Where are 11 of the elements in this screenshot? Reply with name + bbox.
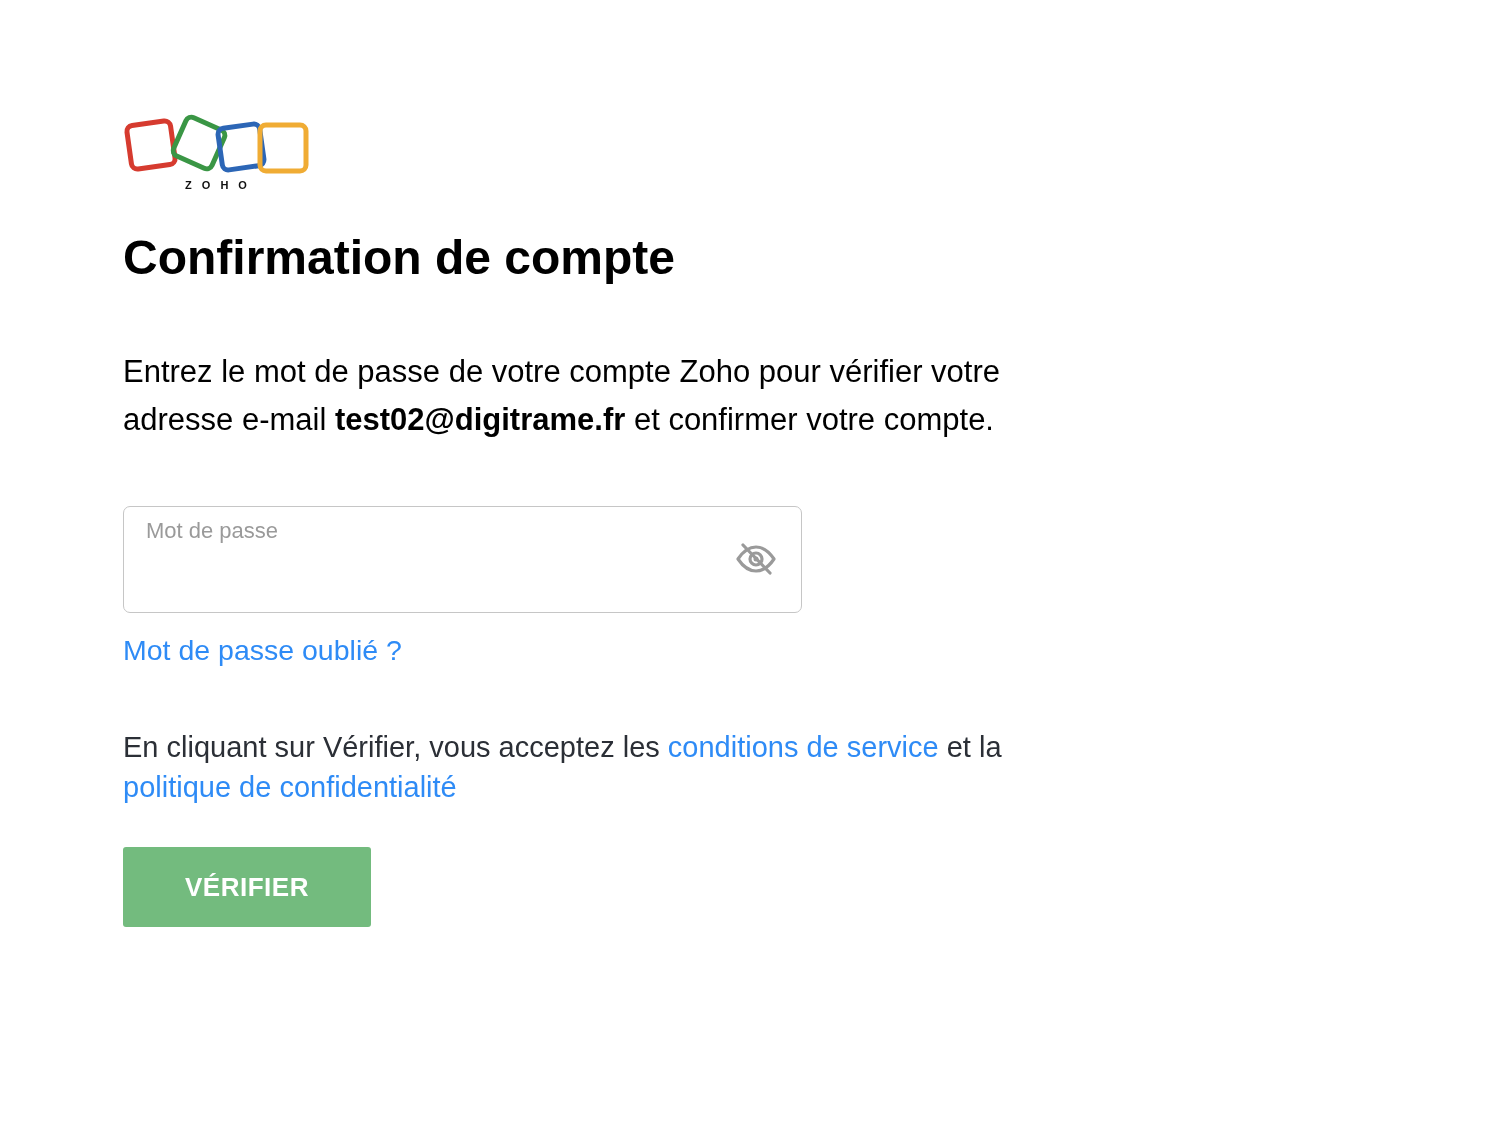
logo-icon	[123, 112, 309, 176]
page-title: Confirmation de compte	[123, 230, 676, 286]
password-field[interactable]: Mot de passe	[123, 506, 802, 613]
verify-button[interactable]: VÉRIFIER	[123, 847, 371, 927]
description-text: Entrez le mot de passe de votre compte Zoho pour vérifier votre adresse e-mail test02@digitrame.fr et confirmer votre compte.	[123, 353, 1002, 439]
eye-slash-icon[interactable]	[736, 543, 776, 575]
logo-text: ZOHO	[185, 178, 257, 192]
terms-link[interactable]: politique de confidentialité	[123, 771, 457, 803]
forgot-password-link[interactable]: Mot de passe oublié ?	[123, 633, 402, 667]
terms-link[interactable]: conditions de service	[667, 731, 939, 763]
terms-text: En cliquant sur Vérifier, vous acceptez les conditions de service et la politique de confidentialité	[123, 730, 1003, 805]
